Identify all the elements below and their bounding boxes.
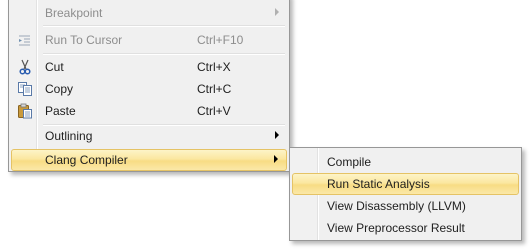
paste-icon — [17, 103, 33, 119]
menu-item-label: Run To Cursor — [45, 33, 123, 47]
menu-item-shortcut: Ctrl+X — [197, 60, 231, 74]
screen: Breakpoint Run To Cursor Ctrl+F10 Cut Ct… — [0, 0, 530, 251]
menu-separator — [43, 53, 285, 55]
submenu-item-label: Run Static Analysis — [327, 177, 430, 191]
menu-item-outlining[interactable]: Outlining — [11, 125, 287, 147]
menu-item-shortcut: Ctrl+C — [197, 82, 232, 96]
submenu-item-compile[interactable]: Compile — [292, 151, 519, 173]
menu-item-clang-compiler[interactable]: Clang Compiler — [11, 149, 287, 171]
menu-separator — [43, 25, 285, 27]
submenu-item-run-static-analysis[interactable]: Run Static Analysis — [292, 173, 519, 195]
submenu-item-label: View Disassembly (LLVM) — [327, 199, 466, 213]
menu-item-label: Cut — [45, 60, 64, 74]
menu-item-shortcut: Ctrl+V — [197, 104, 231, 118]
menu-item-cut[interactable]: Cut Ctrl+X — [11, 56, 287, 78]
menu-item-breakpoint[interactable]: Breakpoint — [11, 2, 287, 24]
clang-compiler-submenu: Compile Run Static Analysis View Disasse… — [289, 147, 522, 241]
scissors-icon — [17, 59, 33, 75]
copy-icon — [17, 81, 33, 97]
menu-item-label: Copy — [45, 82, 74, 96]
menu-item-label: Outlining — [45, 129, 93, 143]
submenu-arrow-icon — [274, 155, 278, 163]
menu-item-copy[interactable]: Copy Ctrl+C — [11, 78, 287, 100]
menu-item-run-to-cursor[interactable]: Run To Cursor Ctrl+F10 — [11, 29, 287, 51]
menu-item-label: Clang Compiler — [45, 153, 128, 167]
submenu-item-view-disassembly[interactable]: View Disassembly (LLVM) — [292, 195, 519, 217]
menu-item-shortcut: Ctrl+F10 — [197, 33, 244, 47]
submenu-item-label: View Preprocessor Result — [327, 221, 465, 235]
menu-item-label: Paste — [45, 104, 76, 118]
menu-item-label: Breakpoint — [45, 6, 103, 20]
submenu-arrow-icon — [275, 131, 279, 139]
submenu-item-view-preprocessor-result[interactable]: View Preprocessor Result — [292, 217, 519, 239]
run-to-cursor-icon — [17, 32, 33, 48]
submenu-item-label: Compile — [327, 155, 372, 169]
submenu-arrow-icon — [275, 8, 279, 16]
context-menu: Breakpoint Run To Cursor Ctrl+F10 Cut Ct… — [8, 0, 290, 172]
menu-item-paste[interactable]: Paste Ctrl+V — [11, 100, 287, 122]
